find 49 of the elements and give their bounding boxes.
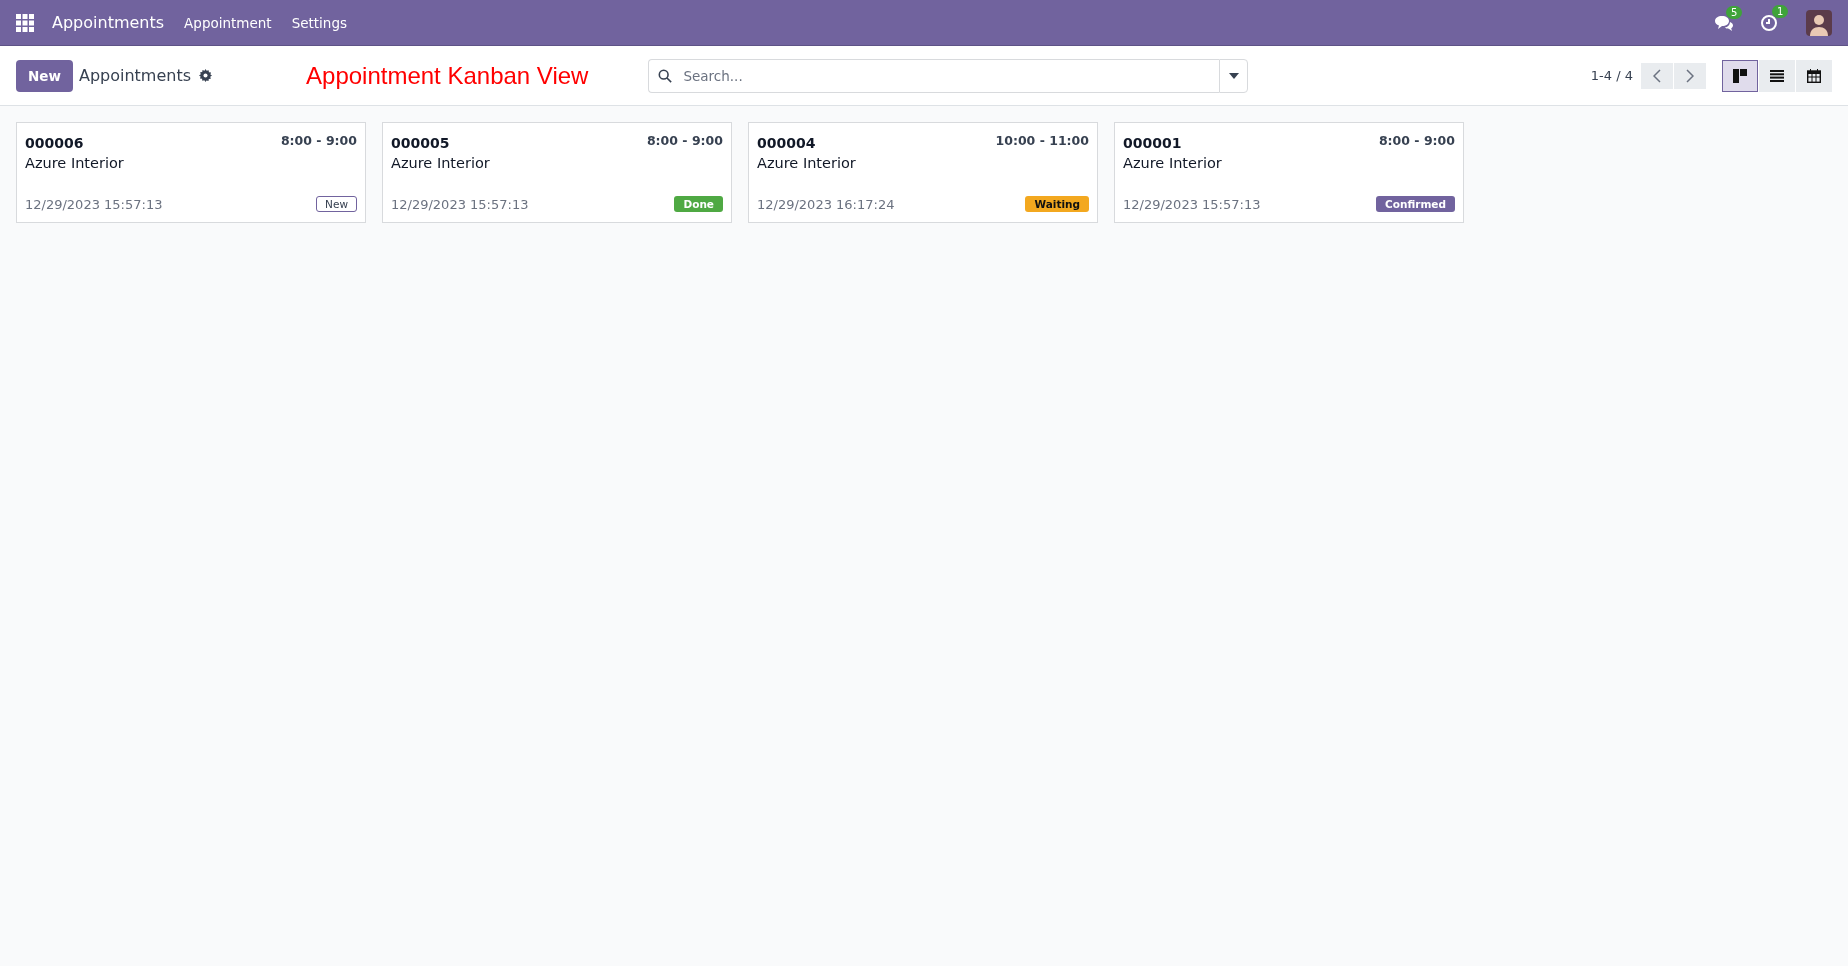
settings-icon[interactable] [199, 69, 213, 82]
appointment-time: 8:00 - 9:00 [1378, 133, 1455, 148]
menu-item[interactable]: Settings [291, 14, 347, 31]
chevron-right-icon [1686, 68, 1694, 83]
appointment-reference: 000006 [25, 135, 84, 151]
chevron-left-icon [1653, 68, 1661, 83]
annotation-title: Appointment Kanban View [306, 61, 589, 90]
calendar-icon [1807, 68, 1821, 83]
message-count-badge: 5 [1726, 5, 1743, 19]
list-view-button[interactable] [1759, 59, 1795, 92]
appointment-time: 10:00 - 11:00 [995, 133, 1089, 148]
menu-item[interactable]: Appointment [184, 14, 272, 31]
activity-count-badge: 1 [1772, 4, 1789, 18]
appointment-card[interactable]: 000001 8:00 - 9:00 Azure Interior 12/29/2023 15:57:13 Confirmed [1114, 122, 1464, 223]
user-avatar-icon[interactable] [1806, 9, 1832, 36]
kanban-view-button[interactable] [1722, 59, 1758, 92]
clock-icon[interactable] [1760, 13, 1778, 32]
search-options-toggle[interactable] [1219, 58, 1249, 93]
list-icon [1770, 69, 1784, 82]
app-name-link[interactable]: Appointments [52, 13, 165, 32]
appointment-date: 12/29/2023 15:57:13 [391, 196, 529, 212]
new-button[interactable]: New [16, 59, 73, 92]
appointment-card[interactable]: 000006 8:00 - 9:00 Azure Interior 12/29/2023 15:57:13 New [16, 122, 366, 223]
status-tag: Waiting [1025, 196, 1089, 212]
customer-name: Azure Interior [391, 155, 491, 171]
appointment-reference: 000001 [1123, 135, 1182, 151]
caret-icon [1228, 72, 1239, 79]
appointment-reference: 000004 [757, 135, 816, 151]
pager-text: 1-4 / 4 [1590, 68, 1633, 83]
customer-name: Azure Interior [757, 155, 857, 171]
appointment-card[interactable]: 000005 8:00 - 9:00 Azure Interior 12/29/2023 15:57:13 Done [382, 122, 732, 223]
appointment-time: 8:00 - 9:00 [646, 133, 723, 148]
customer-name: Azure Interior [25, 155, 125, 171]
appointment-date: 12/29/2023 15:57:13 [25, 196, 163, 212]
appointment-date: 12/29/2023 16:17:24 [757, 196, 895, 212]
app-grid-icon[interactable] [16, 13, 34, 32]
calendar-view-button[interactable] [1796, 59, 1832, 92]
appointment-card[interactable]: 000004 10:00 - 11:00 Azure Interior 12/29/2023 16:17:24 Waiting [748, 122, 1098, 223]
appointment-reference: 000005 [391, 135, 450, 151]
appointment-date: 12/29/2023 15:57:13 [1123, 196, 1261, 212]
status-tag: Done [674, 196, 723, 212]
breadcrumb-title: Appointments [78, 66, 192, 85]
status-tag: Confirmed [1376, 196, 1455, 212]
search-field[interactable]: Search... [648, 58, 1220, 93]
customer-name: Azure Interior [1123, 155, 1223, 171]
kanban-icon [1733, 68, 1747, 83]
chat-icon[interactable] [1714, 14, 1734, 31]
status-tag: New [316, 196, 357, 212]
appointment-time: 8:00 - 9:00 [280, 133, 357, 148]
